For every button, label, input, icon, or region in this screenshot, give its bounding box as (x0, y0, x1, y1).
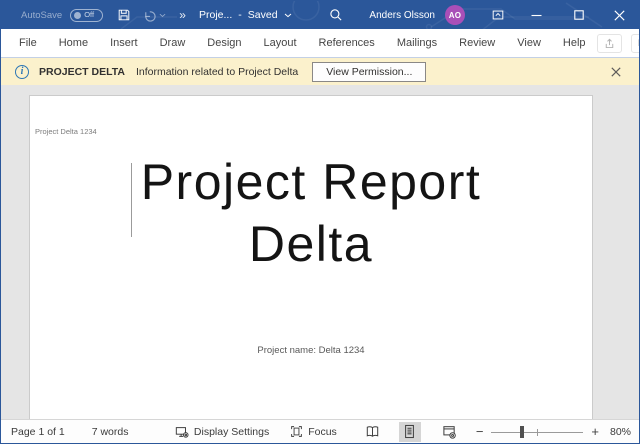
web-layout-button[interactable] (439, 422, 461, 442)
share-icon (603, 37, 616, 50)
zoom-level[interactable]: 80% (603, 426, 633, 438)
maximize-button[interactable] (574, 10, 584, 20)
focus-button[interactable]: Focus (290, 425, 337, 438)
autosave-toggle[interactable]: Off (70, 9, 103, 22)
tab-references[interactable]: References (308, 37, 386, 49)
undo-icon (143, 9, 156, 22)
undo-button[interactable] (143, 9, 166, 22)
display-settings-button[interactable]: Display Settings (175, 425, 269, 439)
display-settings-label: Display Settings (194, 426, 269, 438)
zoom-out-button[interactable]: − (472, 424, 488, 439)
ribbon-tab-bar: File Home Insert Draw Design Layout Refe… (1, 29, 639, 58)
read-mode-icon (365, 425, 380, 438)
focus-icon (290, 425, 303, 438)
zoom-slider-center-tick (537, 429, 538, 436)
autosave-toggle-knob (74, 12, 81, 19)
title-bar: AutoSave Off » (1, 1, 639, 29)
title-dropdown-icon[interactable] (284, 13, 292, 18)
document-header-text: Project Delta 1234 (35, 127, 97, 136)
print-layout-icon (403, 424, 416, 439)
save-icon[interactable] (117, 8, 131, 22)
document-title: Proje... (199, 9, 232, 21)
tab-file[interactable]: File (8, 37, 48, 49)
search-icon[interactable] (329, 8, 343, 22)
document-workspace: Project Delta 1234 Project Report Delta … (1, 85, 639, 419)
tab-view[interactable]: View (506, 37, 552, 49)
display-settings-icon (175, 425, 189, 439)
tab-draw[interactable]: Draw (149, 37, 197, 49)
title-line-1[interactable]: Project Report (30, 151, 592, 213)
document-title-text[interactable]: Project Report Delta (30, 151, 592, 275)
tab-home[interactable]: Home (48, 37, 99, 49)
sensitivity-message: Information related to Project Delta (136, 66, 298, 78)
comment-icon (637, 37, 640, 50)
sensitivity-banner: i PROJECT DELTA Information related to P… (1, 58, 639, 85)
ribbon-display-options-button[interactable] (491, 8, 505, 22)
tab-help[interactable]: Help (552, 37, 597, 49)
title-separator: - (238, 9, 242, 21)
word-count[interactable]: 7 words (92, 426, 129, 438)
sensitivity-label: PROJECT DELTA (39, 66, 125, 78)
tab-insert[interactable]: Insert (99, 37, 149, 49)
info-icon: i (15, 65, 29, 79)
tab-mailings[interactable]: Mailings (386, 37, 448, 49)
avatar[interactable]: AO (445, 5, 465, 25)
title-line-2[interactable]: Delta (30, 213, 592, 275)
document-title-menu[interactable]: Proje... - Saved (199, 1, 292, 29)
view-permission-button[interactable]: View Permission... (312, 62, 426, 82)
account-name[interactable]: Anders Olsson (369, 10, 435, 21)
tab-layout[interactable]: Layout (253, 37, 308, 49)
document-caption-text[interactable]: Project name: Delta 1234 (30, 345, 592, 356)
zoom-slider[interactable] (491, 425, 583, 439)
text-cursor (131, 163, 132, 237)
more-commands-button[interactable]: » (179, 8, 185, 22)
tab-review[interactable]: Review (448, 37, 506, 49)
close-button[interactable] (614, 10, 625, 21)
status-bar: Page 1 of 1 7 words Display Settings Foc… (1, 419, 639, 443)
undo-dropdown-icon[interactable] (159, 13, 166, 18)
read-mode-button[interactable] (362, 422, 384, 442)
zoom-slider-thumb[interactable] (520, 426, 524, 438)
focus-label: Focus (308, 426, 337, 438)
tab-design[interactable]: Design (196, 37, 252, 49)
web-layout-icon (442, 425, 457, 439)
autosave-label: AutoSave (21, 10, 62, 21)
banner-close-icon[interactable] (609, 65, 629, 79)
zoom-in-button[interactable]: + (587, 424, 603, 439)
minimize-button[interactable] (531, 10, 542, 21)
document-page[interactable]: Project Delta 1234 Project Report Delta … (29, 95, 593, 419)
autosave-toggle-state: Off (84, 11, 94, 19)
comments-button[interactable] (631, 34, 640, 53)
share-button[interactable] (597, 34, 622, 53)
print-layout-button[interactable] (399, 422, 421, 442)
word-window: AutoSave Off » (0, 0, 640, 444)
page-indicator[interactable]: Page 1 of 1 (11, 426, 65, 438)
save-status: Saved (248, 9, 278, 21)
